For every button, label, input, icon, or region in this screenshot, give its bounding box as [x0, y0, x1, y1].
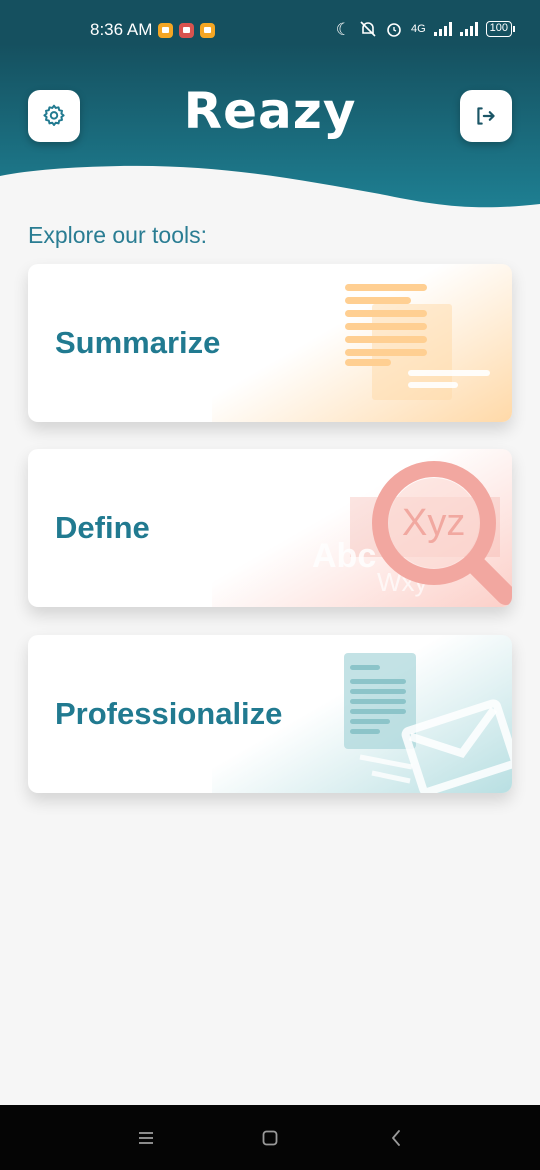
signal-icon: [459, 22, 478, 36]
define-art-text: Xyz: [402, 502, 465, 544]
logout-button[interactable]: [460, 90, 512, 142]
tool-card-professionalize[interactable]: Professionalize: [28, 635, 512, 793]
tool-card-label: Professionalize: [55, 696, 283, 731]
home-button[interactable]: [257, 1125, 283, 1151]
menu-button[interactable]: [133, 1125, 159, 1151]
menu-icon: [139, 1132, 153, 1144]
signal-icon: [433, 22, 452, 36]
section-title: Explore our tools:: [28, 222, 207, 248]
app-notification-icon: [200, 22, 216, 38]
tool-card-label: Define: [55, 510, 150, 545]
settings-button[interactable]: [28, 90, 80, 142]
app-notification-icon: [179, 22, 195, 38]
logout-icon: [477, 107, 495, 125]
alarm-icon: [387, 23, 401, 37]
status-bar: 8:36 AM ☾ 4G 100: [0, 0, 540, 44]
gear-icon: [43, 104, 65, 126]
app-header: Reazy: [0, 44, 540, 214]
network-type: 4G: [410, 23, 426, 35]
summarize-illustration: [212, 264, 512, 422]
app-notification-icon: [158, 22, 174, 38]
define-illustration: Abc Wxy Xyz: [212, 449, 512, 607]
define-art-text: Abc: [312, 537, 376, 575]
back-button[interactable]: [383, 1125, 409, 1151]
battery-icon: 100: [485, 21, 516, 37]
tool-card-label: Summarize: [55, 325, 221, 360]
tool-card-define[interactable]: Abc Wxy Xyz Define: [28, 449, 512, 607]
back-icon: [392, 1130, 400, 1146]
moon-icon: ☾: [335, 19, 351, 39]
bell-muted-icon: [360, 21, 376, 37]
home-icon: [262, 1130, 278, 1146]
system-nav-bar: [0, 1105, 540, 1170]
tool-card-summarize[interactable]: Summarize: [28, 264, 512, 422]
battery-level: 100: [489, 22, 508, 34]
status-time: 8:36 AM: [90, 20, 153, 39]
app-title: Reazy: [183, 82, 357, 140]
